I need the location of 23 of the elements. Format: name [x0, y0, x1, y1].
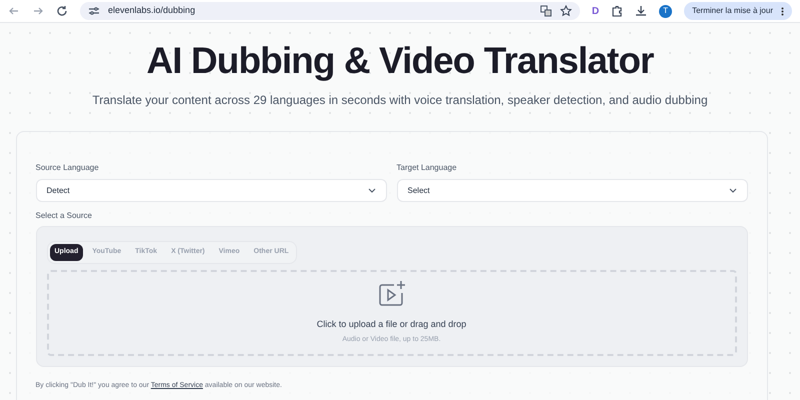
field-label: Select a Source: [36, 210, 93, 222]
page-subtitle: Translate your content across 29 languages in seconds with voice translation, speaker detection, and audio dubbing: [92, 92, 708, 109]
chevron-down-icon: [728, 188, 736, 193]
language-select[interactable]: Detect: [36, 179, 386, 202]
field-label: Target Language: [396, 162, 458, 174]
more-icon: [781, 6, 784, 16]
back-icon[interactable]: [8, 5, 20, 17]
dropzone-title: Click to upload a file or drag and drop: [316, 318, 466, 332]
chevron-down-icon: [368, 188, 376, 193]
star-icon[interactable]: [560, 5, 572, 17]
language-select[interactable]: Select: [396, 179, 748, 202]
download-icon[interactable]: [635, 5, 648, 17]
page-title: AI Dubbing & Video Translator: [146, 39, 654, 83]
reload-icon[interactable]: [56, 5, 68, 17]
url-text: elevenlabs.io/dubbing: [108, 4, 196, 18]
address-bar[interactable]: elevenlabs.io/dubbing: [80, 2, 580, 20]
site-settings-icon[interactable]: [88, 5, 100, 17]
forward-icon[interactable]: [32, 5, 44, 17]
field-label: Source Language: [36, 162, 100, 174]
profile-avatar[interactable]: T: [659, 4, 672, 18]
update-button[interactable]: Terminer la mise à jour: [684, 2, 792, 20]
extension-icon[interactable]: D: [592, 4, 600, 18]
puzzle-icon[interactable]: [611, 5, 624, 17]
